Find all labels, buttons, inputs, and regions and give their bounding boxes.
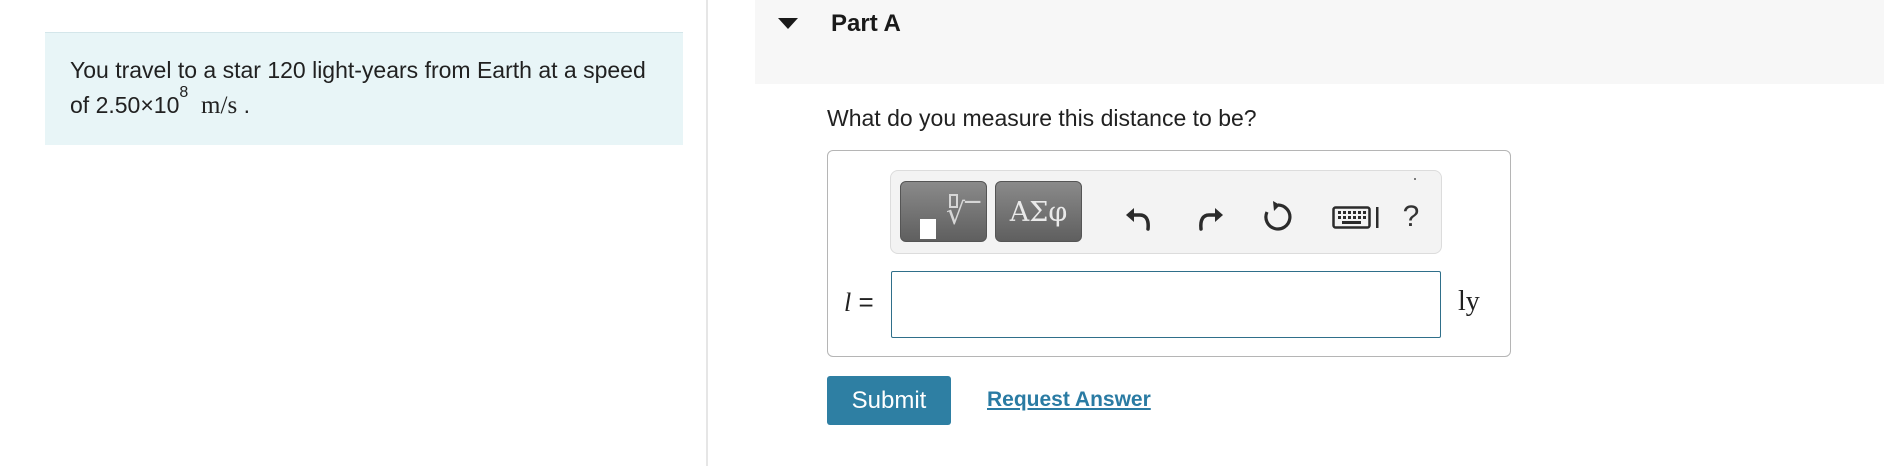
redo-icon[interactable] bbox=[1191, 199, 1231, 235]
reset-icon[interactable] bbox=[1258, 199, 1298, 235]
speed-unit: m/s bbox=[201, 92, 238, 119]
template-sqrt-button[interactable]: √‾ bbox=[900, 181, 987, 242]
greek-symbols-button[interactable]: ΑΣφ bbox=[995, 181, 1082, 242]
keyboard-icon[interactable] bbox=[1328, 199, 1388, 235]
unit-label: ly bbox=[1458, 286, 1480, 317]
variable-label: l = bbox=[844, 284, 874, 321]
speed-exponent: 8 bbox=[179, 84, 189, 101]
collapse-caret-icon[interactable] bbox=[778, 18, 798, 29]
undo-icon[interactable] bbox=[1118, 199, 1158, 235]
template-box-icon bbox=[920, 219, 936, 239]
question-text: What do you measure this distance to be? bbox=[827, 105, 1257, 131]
equals-sign: = bbox=[858, 287, 874, 317]
part-title[interactable]: Part A bbox=[831, 9, 901, 39]
request-answer-link[interactable]: Request Answer bbox=[987, 386, 1151, 414]
speed-mantissa: 2.50×10 bbox=[95, 92, 180, 118]
math-toolbar: √‾ ΑΣφ ? bbox=[890, 170, 1442, 254]
variable-symbol: l bbox=[844, 288, 852, 317]
column-divider bbox=[706, 0, 708, 466]
problem-text-end: . bbox=[243, 92, 250, 118]
help-button[interactable]: ? bbox=[1391, 199, 1431, 235]
part-header[interactable] bbox=[755, 0, 1884, 84]
toolbar-dot bbox=[1414, 178, 1416, 180]
template-sqrt-icon: √‾ bbox=[946, 197, 981, 232]
answer-input[interactable] bbox=[891, 271, 1441, 338]
submit-button[interactable]: Submit bbox=[827, 376, 951, 425]
greek-symbols-label: ΑΣφ bbox=[1009, 197, 1068, 228]
problem-statement: You travel to a star 120 light-years fro… bbox=[45, 32, 683, 145]
